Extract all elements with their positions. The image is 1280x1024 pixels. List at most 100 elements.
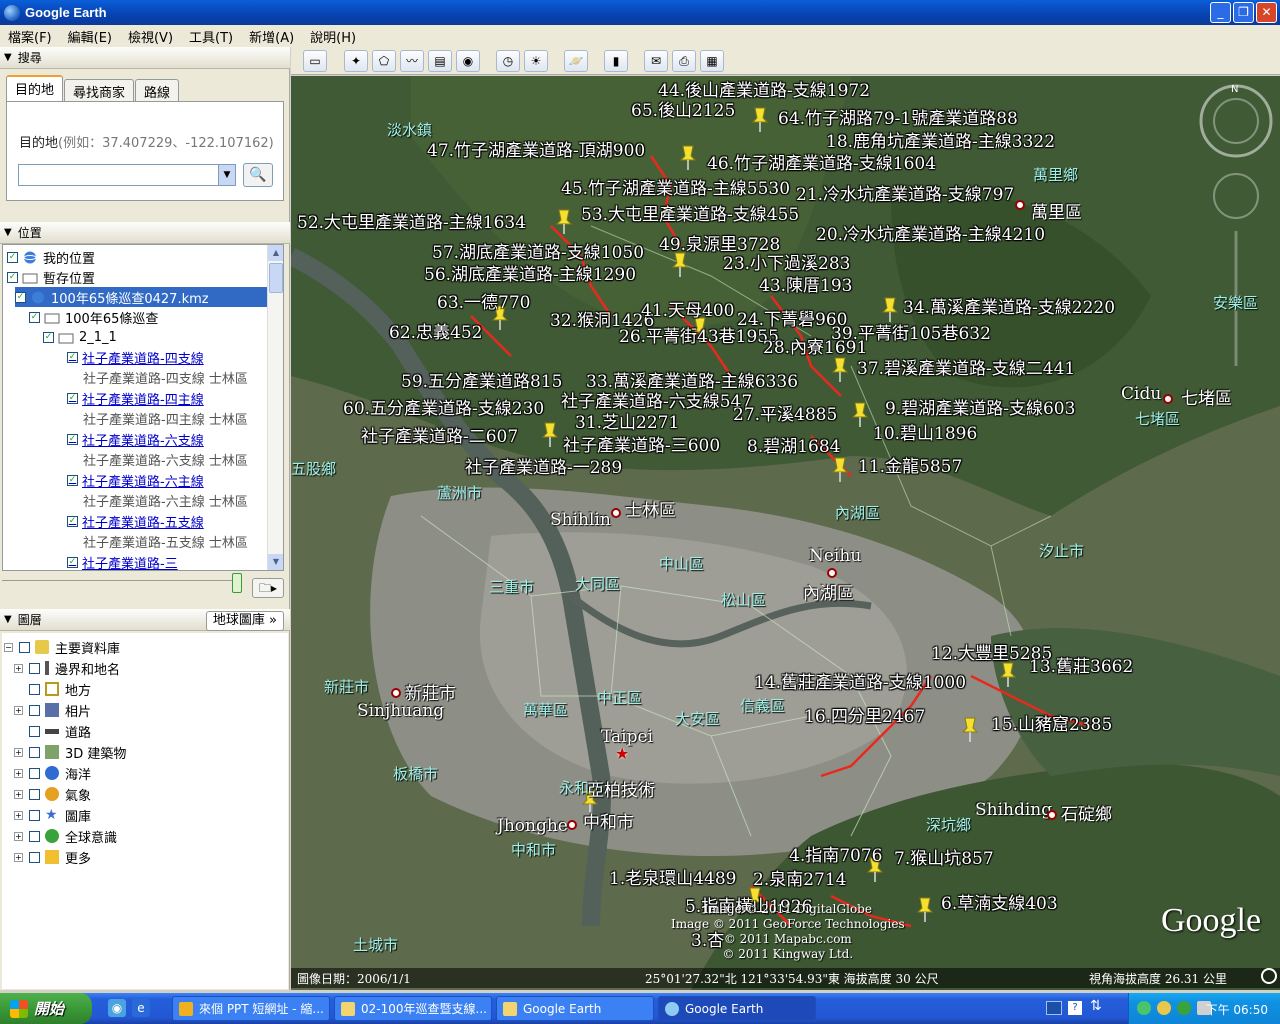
- placemark-label[interactable]: 64.竹子湖路79-1號產業道路88: [778, 104, 1018, 129]
- add-path-button[interactable]: 〰: [400, 50, 424, 72]
- slider-handle[interactable]: [232, 573, 242, 593]
- placemark-label[interactable]: 59.五分產業道路815: [401, 367, 562, 392]
- expand-icon[interactable]: +: [14, 831, 23, 841]
- layer-row[interactable]: − 主要資料庫: [4, 637, 120, 657]
- search-button[interactable]: 🔍: [243, 163, 273, 187]
- expand-icon[interactable]: +: [14, 768, 23, 778]
- sunlight-button[interactable]: ☀: [524, 50, 548, 72]
- tree-row[interactable]: ✓ 我的位置: [7, 247, 95, 267]
- folder-options-button[interactable]: 🗀▸: [252, 578, 284, 598]
- menu-tools[interactable]: 工具(T): [181, 27, 241, 46]
- google-maps-button[interactable]: ▦: [700, 50, 724, 72]
- opacity-slider[interactable]: [2, 573, 242, 594]
- placemark-label[interactable]: 62.忠義452: [389, 318, 482, 343]
- ie-icon[interactable]: e: [132, 999, 150, 1017]
- checkbox[interactable]: [29, 746, 40, 758]
- placemark-label[interactable]: 4.指南7076: [789, 841, 882, 866]
- checkbox[interactable]: ✓: [67, 474, 78, 486]
- pushpin-icon[interactable]: [831, 356, 849, 382]
- historical-imagery-button[interactable]: ◷: [496, 50, 520, 72]
- maximize-button[interactable]: ❐: [1233, 2, 1254, 23]
- placemark-label[interactable]: 45.竹子湖產業道路-主線5530: [561, 174, 790, 199]
- placemark-label[interactable]: 37.碧溪產業道路-支線二441: [857, 354, 1075, 379]
- search-input[interactable]: ▼: [18, 164, 236, 186]
- layer-row[interactable]: + 氣象: [14, 784, 91, 804]
- placemark-label[interactable]: 社子產業道路-一289: [465, 453, 622, 478]
- print-button[interactable]: ⎙: [672, 50, 696, 72]
- help-icon[interactable]: ?: [1068, 1001, 1082, 1015]
- placemark-label[interactable]: 56.湖底產業道路-主線1290: [424, 260, 636, 285]
- checkbox[interactable]: [19, 641, 30, 653]
- placemark-label[interactable]: 65.後山2125: [631, 96, 735, 121]
- layer-row[interactable]: 道路: [29, 721, 91, 741]
- placemark-label[interactable]: 34.萬溪產業道路-支線2220: [903, 293, 1115, 318]
- placemark-label[interactable]: 7.猴山坑857: [894, 844, 994, 869]
- placemark-label[interactable]: 31.芝山2271: [575, 408, 679, 433]
- layer-row[interactable]: + ★ 圖庫: [14, 805, 91, 825]
- tree-row[interactable]: ✓ 社子產業道路-三: [67, 552, 178, 570]
- placemark-label[interactable]: 20.冷水坑產業道路-主線4210: [816, 220, 1045, 245]
- placemark-label[interactable]: 16.四分里2467: [804, 702, 925, 727]
- quick-launch-icon[interactable]: ◉: [108, 999, 126, 1017]
- pushpin-icon[interactable]: [851, 401, 869, 427]
- placemark-label[interactable]: 15.山豬窟2385: [991, 710, 1112, 735]
- checkbox[interactable]: ✓: [67, 351, 78, 363]
- places-header[interactable]: ▼ 位置: [0, 222, 290, 244]
- checkbox[interactable]: ✓: [29, 311, 40, 323]
- placemark-label[interactable]: 53.大屯里產業道路-支線455: [581, 200, 799, 225]
- placemark-label[interactable]: 6.草湳支線403: [941, 889, 1058, 914]
- layer-row[interactable]: + 更多: [14, 847, 91, 867]
- layer-row[interactable]: + 全球意識: [14, 826, 117, 846]
- pushpin-icon[interactable]: [961, 716, 979, 742]
- pushpin-icon[interactable]: [999, 661, 1017, 687]
- checkbox[interactable]: [29, 830, 40, 842]
- chevron-down-icon[interactable]: ▼: [218, 165, 235, 185]
- checkbox[interactable]: [29, 704, 40, 716]
- tree-row[interactable]: ✓ 社子產業道路-四主線: [67, 388, 204, 408]
- switch-planet-button[interactable]: 🪐: [564, 50, 588, 72]
- scroll-up-icon[interactable]: ▲: [268, 245, 283, 261]
- placemark-label[interactable]: 社子產業道路-二607: [361, 422, 518, 447]
- tab-destination[interactable]: 目的地: [6, 75, 64, 101]
- menu-add[interactable]: 新增(A): [241, 27, 302, 46]
- tree-row[interactable]: ✓ 暫存位置: [7, 267, 95, 287]
- pushpin-icon[interactable]: [831, 456, 849, 482]
- tree-row[interactable]: ✓ 社子產業道路-四支線: [67, 347, 204, 367]
- menu-file[interactable]: 檔案(F): [0, 27, 60, 46]
- checkbox[interactable]: ✓: [43, 331, 54, 343]
- placemark-label[interactable]: 63.一德770: [437, 288, 530, 313]
- placemark-label[interactable]: 1.老泉環山4489: [609, 864, 736, 889]
- menu-help[interactable]: 說明(H): [302, 27, 364, 46]
- tab-directions[interactable]: 路線: [135, 79, 180, 101]
- add-overlay-button[interactable]: ▤: [428, 50, 452, 72]
- layer-row[interactable]: + 海洋: [14, 763, 91, 783]
- tree-row[interactable]: ✓ 社子產業道路-五支線: [67, 511, 204, 531]
- checkbox[interactable]: [29, 662, 40, 674]
- ruler-button[interactable]: ▮: [604, 50, 628, 72]
- placemark-label[interactable]: 41.天母400: [641, 296, 734, 321]
- vertical-scrollbar[interactable]: ▲ ▼: [267, 245, 283, 570]
- taskbar-item[interactable]: 來個 PPT 短網址 - 縮...: [172, 996, 330, 1021]
- search-header[interactable]: ▼ 搜尋: [0, 47, 290, 69]
- scroll-down-icon[interactable]: ▼: [268, 554, 283, 570]
- collapse-icon[interactable]: ▼: [4, 227, 12, 238]
- expand-icon[interactable]: +: [14, 663, 23, 673]
- tree-row[interactable]: ✓ 社子產業道路-六支線: [67, 429, 204, 449]
- checkbox[interactable]: [29, 788, 40, 800]
- placemark-label[interactable]: 46.竹子湖產業道路-支線1604: [707, 149, 936, 174]
- placemark-label[interactable]: 27.平溪4885: [733, 400, 837, 425]
- taskbar-item[interactable]: Google Earth: [496, 996, 654, 1021]
- checkbox[interactable]: [29, 851, 40, 863]
- record-tour-button[interactable]: ◉: [456, 50, 480, 72]
- pushpin-icon[interactable]: [916, 896, 934, 922]
- tab-find-business[interactable]: 尋找商家: [64, 79, 135, 101]
- start-button[interactable]: 開始: [0, 993, 92, 1024]
- tree-row[interactable]: ✓ 社子產業道路-六主線: [67, 470, 204, 490]
- placemark-label[interactable]: 9.碧湖產業道路-支線603: [885, 394, 1075, 419]
- expand-icon[interactable]: +: [14, 747, 23, 757]
- taskbar-item-active[interactable]: Google Earth: [658, 996, 816, 1021]
- add-polygon-button[interactable]: ⬠: [372, 50, 396, 72]
- checkbox[interactable]: ✓: [67, 433, 78, 445]
- map-view[interactable]: N 44.後山產業道路-支線1972 65.後山2125 64.竹子湖路79-1…: [291, 76, 1280, 990]
- checkbox[interactable]: ✓: [67, 515, 78, 527]
